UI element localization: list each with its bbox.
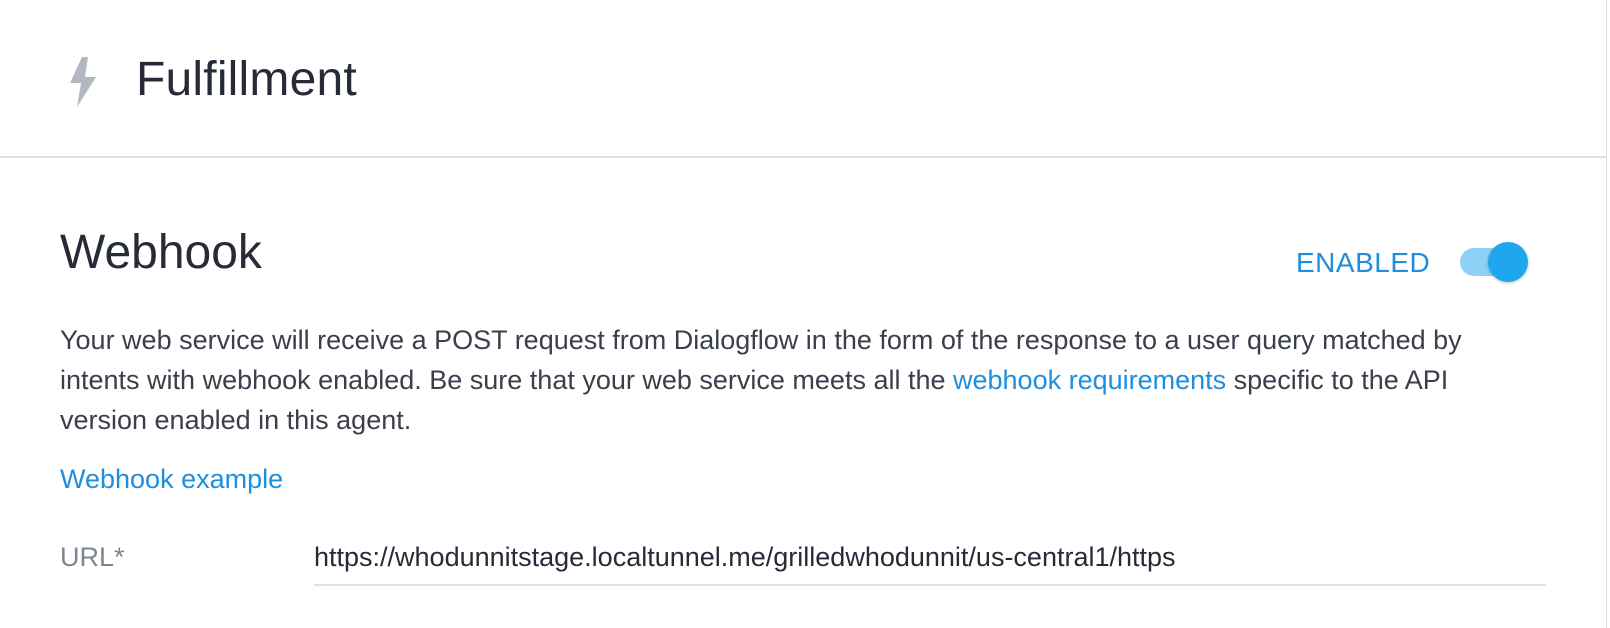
webhook-description: Your web service will receive a POST req… (60, 320, 1520, 440)
toggle-thumb (1488, 242, 1528, 282)
webhook-section-title: Webhook (60, 226, 262, 279)
fulfillment-page: Fulfillment Webhook ENABLED Your web ser… (0, 0, 1610, 628)
webhook-requirements-link[interactable]: webhook requirements (953, 365, 1226, 395)
webhook-enabled-toggle[interactable] (1458, 240, 1530, 284)
webhook-status-label: ENABLED (1296, 247, 1431, 278)
page-title: Fulfillment (136, 53, 357, 106)
lightning-bolt-icon (70, 57, 96, 107)
page-header: Fulfillment (0, 0, 1606, 158)
webhook-url-input[interactable] (314, 530, 1546, 586)
webhook-example-link[interactable]: Webhook example (60, 462, 283, 496)
url-label: URL* (60, 542, 125, 572)
right-divider (1606, 0, 1607, 628)
